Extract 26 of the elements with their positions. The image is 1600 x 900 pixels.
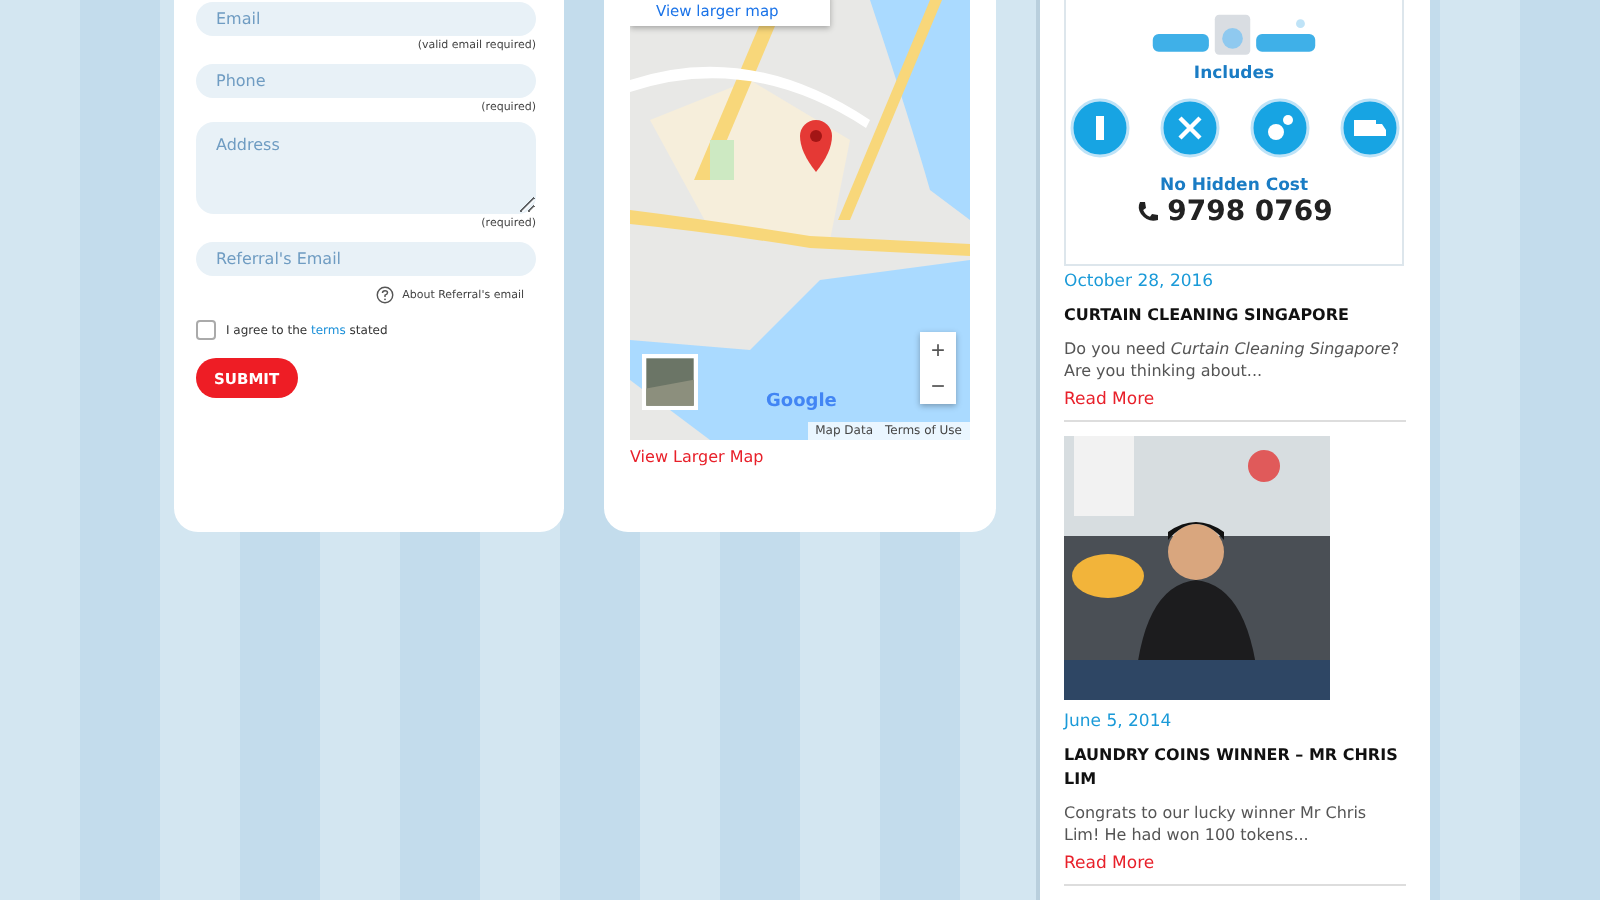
post-date: June 5, 2014: [1064, 712, 1172, 732]
view-larger-map-link[interactable]: View Larger Map: [630, 448, 970, 466]
phone-number: 9798 0769: [1167, 196, 1333, 228]
post-date: October 28, 2016: [1064, 272, 1214, 292]
post-excerpt: Congrats to our lucky winner Mr Chris Lim! He had won 100 tokens...: [1064, 802, 1369, 846]
read-more-link[interactable]: Read More: [1064, 854, 1155, 874]
post-title[interactable]: LAUNDRY COINS WINNER – MR CHRIS LIM: [1064, 744, 1406, 792]
post-title[interactable]: CURTAIN CLEANING SINGAPORE: [1064, 304, 1349, 328]
truck-icon: [1339, 98, 1399, 158]
gear-icon: [1249, 98, 1309, 158]
help-icon[interactable]: [376, 286, 395, 304]
phone-icon: [1135, 200, 1160, 224]
address-field[interactable]: Address: [196, 122, 536, 214]
input-field[interactable]: Phone: [196, 64, 536, 98]
no-hidden-cost-text: No Hidden Cost: [1159, 176, 1309, 196]
map-logo: Google: [766, 392, 837, 412]
zoom-in-button[interactable]: +: [920, 332, 956, 368]
input-field[interactable]: Email: [196, 2, 536, 36]
agree-checkbox[interactable]: [196, 320, 216, 340]
post-excerpt: Do you need Curtain Cleaning Singapore? Are you thinking about...: [1064, 338, 1402, 382]
satellite-toggle[interactable]: [642, 354, 698, 410]
tools-icon: [1159, 98, 1219, 158]
includes-text: Includes: [1193, 64, 1275, 84]
zoom-out-button[interactable]: −: [920, 368, 956, 404]
input-field[interactable]: Referral's Email: [196, 242, 536, 276]
read-more-link[interactable]: Read More: [1064, 390, 1155, 410]
